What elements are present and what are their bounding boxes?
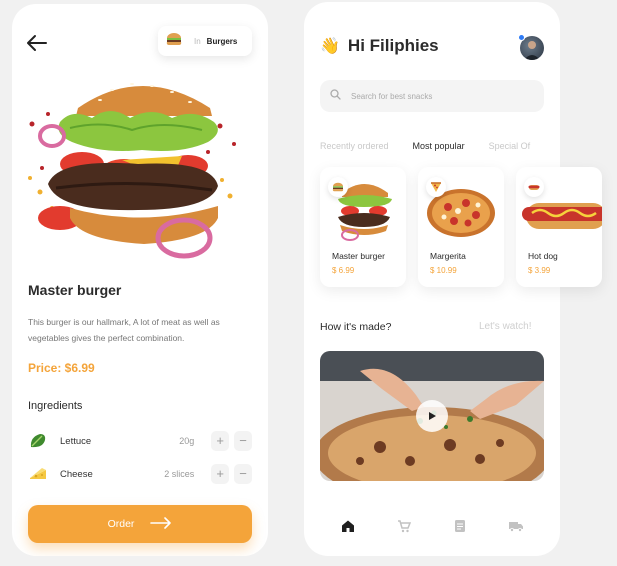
card-title: Margerita xyxy=(430,251,466,261)
burger-icon xyxy=(166,32,182,51)
pizza-icon xyxy=(426,177,446,197)
tab-recently-ordered[interactable]: Recently ordered xyxy=(320,141,389,151)
list-icon[interactable] xyxy=(450,516,470,536)
ingredient-qty: 20g xyxy=(179,436,195,446)
truck-icon[interactable] xyxy=(506,516,526,536)
increase-button[interactable]: + xyxy=(211,464,230,484)
waving-hand-icon: 👋 xyxy=(320,38,340,55)
search-input[interactable] xyxy=(351,91,521,101)
ingredients-heading: Ingredients xyxy=(28,400,83,412)
online-dot xyxy=(518,34,525,41)
item-price: Price: $6.99 xyxy=(28,361,95,375)
bottom-nav xyxy=(320,516,544,536)
tab-special-offers[interactable]: Special Of xyxy=(489,141,531,151)
ingredient-qty: 2 slices xyxy=(164,469,195,479)
item-description: This burger is our hallmark, A lot of me… xyxy=(28,317,220,343)
card-price: $ 6.99 xyxy=(332,266,355,275)
lettuce-icon xyxy=(28,431,48,451)
burger-icon xyxy=(328,177,348,197)
decrease-button[interactable]: − xyxy=(234,431,252,451)
ingredient-name: Lettuce xyxy=(60,435,92,447)
search-icon xyxy=(330,87,341,105)
burger-image xyxy=(12,68,268,268)
search-bar[interactable] xyxy=(320,80,544,112)
order-label: Order xyxy=(107,518,135,530)
food-card[interactable]: Hot dog $ 3.99 xyxy=(516,167,610,287)
greeting: 👋 Hi Filiphies xyxy=(320,36,439,56)
ingredient-name: Cheese xyxy=(60,468,93,480)
decrease-button[interactable]: − xyxy=(234,464,252,484)
cheese-icon xyxy=(28,464,48,484)
back-arrow-icon[interactable] xyxy=(26,32,48,54)
play-button[interactable] xyxy=(416,400,448,432)
category-chip[interactable]: In Burgers xyxy=(158,26,252,56)
detail-screen: In Burgers Master burger This burger is … xyxy=(12,4,268,556)
video-thumbnail[interactable] xyxy=(320,351,544,481)
home-icon[interactable] xyxy=(338,516,358,536)
food-card[interactable]: Margerita $ 10.99 xyxy=(418,167,504,287)
hotdog-icon xyxy=(524,177,544,197)
cart-icon[interactable] xyxy=(394,516,414,536)
food-card[interactable]: Master burger $ 6.99 xyxy=(320,167,406,287)
item-title: Master burger xyxy=(28,282,122,298)
card-price: $ 10.99 xyxy=(430,266,457,275)
section-title: How it's made? xyxy=(320,321,392,333)
increase-button[interactable]: + xyxy=(211,431,230,451)
category-tabs: Recently ordered Most popular Special Of xyxy=(320,141,560,151)
lets-watch-link[interactable]: Let's watch! xyxy=(479,321,532,332)
arrow-right-icon xyxy=(150,516,172,532)
category-label: Burgers xyxy=(206,36,238,46)
ingredient-row: Cheese 2 slices + − xyxy=(28,463,252,485)
card-title: Hot dog xyxy=(528,251,558,261)
card-title: Master burger xyxy=(332,251,385,261)
order-button[interactable]: Order xyxy=(28,505,252,543)
greeting-text: Hi Filiphies xyxy=(347,36,439,55)
card-price: $ 3.99 xyxy=(528,266,551,275)
tab-most-popular[interactable]: Most popular xyxy=(413,141,465,151)
ingredient-row: Lettuce 20g + − xyxy=(28,430,252,452)
category-prefix: In xyxy=(194,36,201,46)
